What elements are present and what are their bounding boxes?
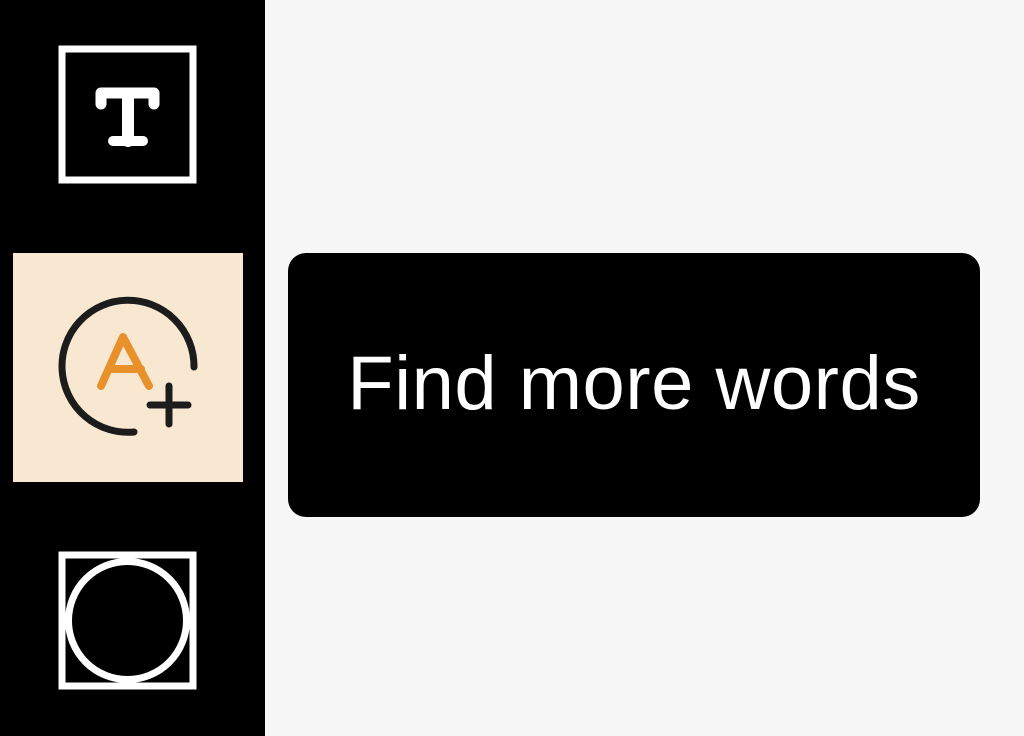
tooltip-text: Find more words [347, 340, 921, 426]
circle-tool-icon [58, 551, 197, 690]
tooltip: Find more words [288, 253, 980, 517]
text-tool-button[interactable] [58, 45, 197, 184]
tool-sidebar [0, 0, 265, 736]
add-word-icon [58, 296, 198, 436]
text-tool-icon [58, 45, 197, 184]
find-words-tool-button[interactable] [13, 253, 243, 482]
circle-tool-button[interactable] [58, 551, 197, 690]
